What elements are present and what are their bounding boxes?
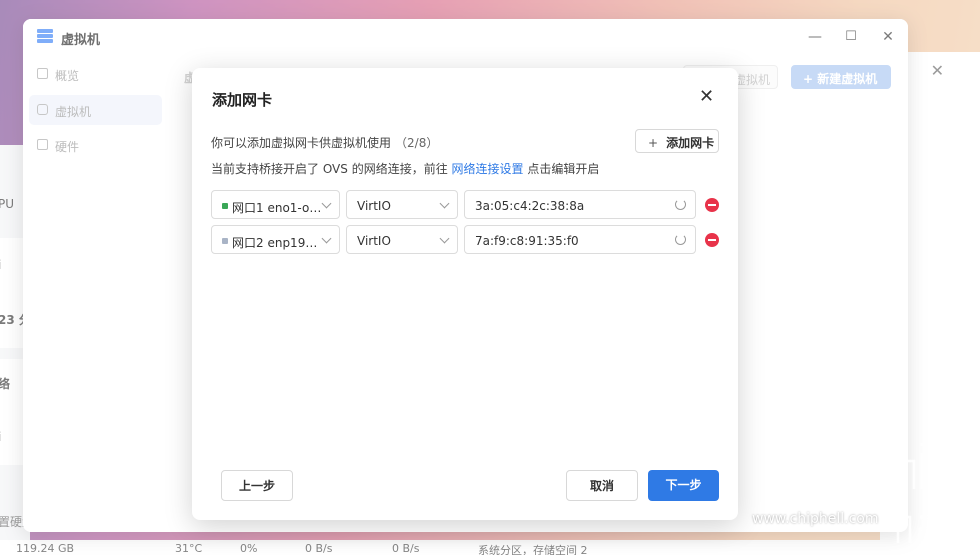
- close-icon[interactable]: ✕: [699, 88, 714, 106]
- chevron-down-icon: [321, 233, 332, 244]
- add-nic-label: 添加网卡: [666, 136, 715, 150]
- model-value: VirtIO: [357, 234, 391, 248]
- network-settings-link[interactable]: 网络连接设置: [452, 162, 524, 176]
- status-dot: [222, 203, 228, 209]
- info-text: 点击编辑开启: [527, 162, 600, 176]
- refresh-icon[interactable]: [675, 234, 686, 245]
- cancel-button[interactable]: 取消: [566, 470, 638, 501]
- plus-icon: +: [648, 136, 659, 150]
- nic-count: （2/8）: [395, 136, 439, 150]
- mac-value: 3a:05:c4:2c:38:8a: [475, 199, 585, 213]
- model-select[interactable]: VirtIO: [346, 190, 458, 219]
- next-step-button[interactable]: 下一步: [648, 470, 719, 501]
- remove-nic-icon[interactable]: [705, 233, 719, 247]
- add-nic-dialog: 添加网卡 ✕ 你可以添加虚拟网卡供虚拟机使用 （2/8） + 添加网卡 当前支持桥接…: [192, 68, 738, 520]
- chevron-down-icon: [321, 198, 332, 209]
- info-text: 你可以添加虚拟网卡供虚拟机使用: [211, 136, 392, 150]
- nic-row: 网口1 eno1-ovs VirtIO 3a:05:c4:2c:38:8a: [211, 190, 721, 220]
- chevron-down-icon: [439, 198, 450, 209]
- port-select[interactable]: 网口2 enp196…: [211, 225, 340, 254]
- chiphell-logo: [882, 441, 958, 545]
- mac-input[interactable]: 7a:f9:c8:91:35:f0: [464, 225, 696, 254]
- mac-value: 7a:f9:c8:91:35:f0: [475, 234, 579, 248]
- mac-input[interactable]: 3a:05:c4:2c:38:8a: [464, 190, 696, 219]
- model-value: VirtIO: [357, 199, 391, 213]
- prev-step-button[interactable]: 上一步: [221, 470, 293, 501]
- dialog-title: 添加网卡: [212, 91, 273, 109]
- chevron-down-icon: [439, 233, 450, 244]
- refresh-icon[interactable]: [675, 199, 686, 210]
- add-nic-button[interactable]: + 添加网卡: [635, 129, 719, 153]
- status-dot: [222, 238, 228, 244]
- port-value: 网口1 eno1-ovs: [232, 201, 322, 215]
- port-value: 网口2 enp196…: [232, 236, 322, 250]
- info-text: 当前支持桥接开启了 OVS 的网络连接，前往: [211, 162, 448, 176]
- nic-row: 网口2 enp196… VirtIO 7a:f9:c8:91:35:f0: [211, 225, 721, 255]
- nic-info-text: 你可以添加虚拟网卡供虚拟机使用 （2/8）: [211, 134, 438, 151]
- model-select[interactable]: VirtIO: [346, 225, 458, 254]
- watermark-text: www.chiphell.com: [752, 511, 879, 527]
- remove-nic-icon[interactable]: [705, 198, 719, 212]
- port-select[interactable]: 网口1 eno1-ovs: [211, 190, 340, 219]
- ovs-info-text: 当前支持桥接开启了 OVS 的网络连接，前往 网络连接设置 点击编辑开启: [211, 160, 599, 177]
